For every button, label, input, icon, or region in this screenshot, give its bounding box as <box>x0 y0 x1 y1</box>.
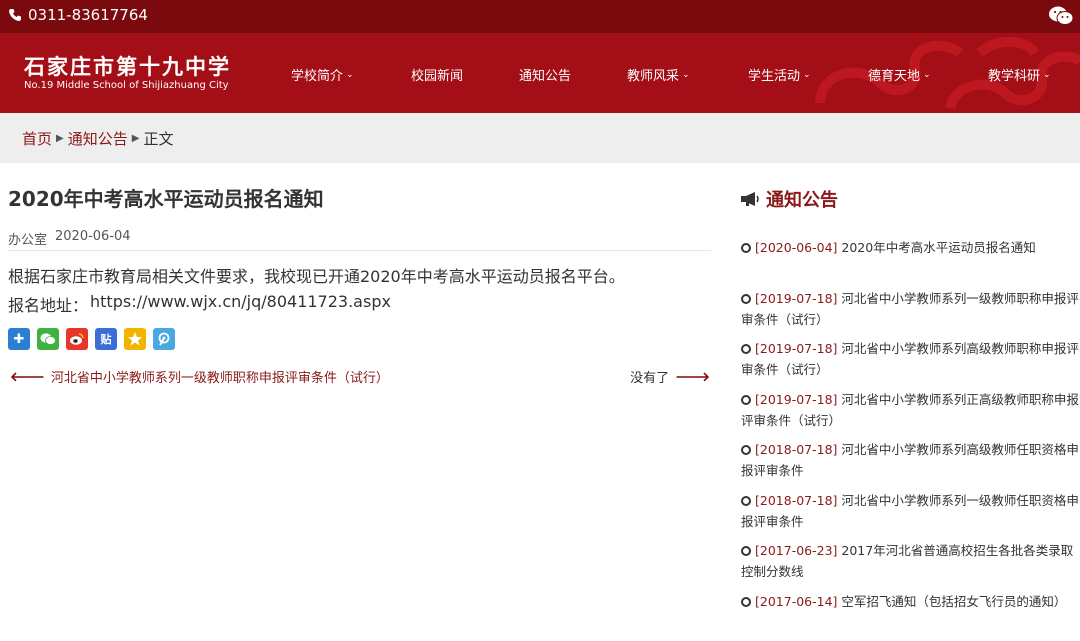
notice-list-item[interactable]: [2019-07-18] 河北省中小学教师系列一级教师职称申报评审条件（试行） <box>741 288 1079 339</box>
notice-date: [2018-07-18] <box>755 442 837 457</box>
article-author: 办公室 <box>8 229 47 248</box>
wechat-icon[interactable] <box>1048 5 1074 31</box>
nav-item-teaching-research[interactable]: 教学科研 ⌄ <box>988 65 1051 84</box>
arrow-right-icon: 🡒 <box>675 369 710 385</box>
circle-icon <box>741 243 751 253</box>
notice-list-item[interactable]: [2018-07-18] 河北省中小学教师系列高级教师任职资格申报评审条件 <box>741 439 1079 490</box>
share-wechat-icon[interactable] <box>37 328 59 350</box>
circle-icon <box>741 395 751 405</box>
notice-title: 2020年中考高水平运动员报名通知 <box>837 240 1035 255</box>
chevron-down-icon: ⌄ <box>923 70 931 80</box>
nav-item-campus-news[interactable]: 校园新闻 <box>411 65 463 84</box>
circle-icon <box>741 546 751 556</box>
share-weibo-icon[interactable] <box>66 328 88 350</box>
nav-item-label: 教学科研 <box>988 65 1040 84</box>
share-tieba-icon[interactable]: 贴 <box>95 328 117 350</box>
top-bar: 0311-83617764 <box>0 0 1080 33</box>
nav-item-notices[interactable]: 通知公告 <box>519 65 571 84</box>
article-meta: 办公室 2020-06-04 <box>8 229 131 248</box>
notice-date: [2019-07-18] <box>755 392 837 407</box>
article-date: 2020-06-04 <box>55 229 131 248</box>
notice-date: [2019-07-18] <box>755 341 837 356</box>
sidebar-title: 通知公告 <box>740 186 838 212</box>
notice-date: [2017-06-14] <box>755 594 837 609</box>
share-qzone-icon[interactable] <box>124 328 146 350</box>
circle-icon <box>741 597 751 607</box>
megaphone-icon <box>740 191 760 207</box>
circle-icon <box>741 445 751 455</box>
share-tencent-weibo-icon[interactable] <box>153 328 175 350</box>
circle-icon <box>741 496 751 506</box>
nav-item-label: 德育天地 <box>868 65 920 84</box>
nav-item-moral-education[interactable]: 德育天地 ⌄ <box>868 65 931 84</box>
breadcrumb-home-link[interactable]: 首页 <box>22 128 52 149</box>
share-more-icon[interactable]: ✚ <box>8 328 30 350</box>
phone-icon <box>8 8 22 22</box>
phone-number: 0311-83617764 <box>28 6 148 24</box>
breadcrumb: 首页 ▶ 通知公告 ▶ 正文 <box>22 128 173 149</box>
nav-item-label: 学生活动 <box>748 65 800 84</box>
arrow-left-icon: 🡐 <box>10 369 45 385</box>
chevron-down-icon: ⌄ <box>1043 70 1051 80</box>
school-logo-name[interactable]: 石家庄市第十九中学 <box>24 51 231 81</box>
phone-contact: 0311-83617764 <box>8 6 148 24</box>
breadcrumb-section-link[interactable]: 通知公告 <box>68 128 128 149</box>
notice-date: [2020-06-04] <box>755 240 837 255</box>
chevron-down-icon: ⌄ <box>803 70 811 80</box>
notice-list: [2020-06-04] 2020年中考高水平运动员报名通知 [2019-07-… <box>741 237 1079 641</box>
breadcrumb-current: 正文 <box>143 128 173 149</box>
notice-list-item[interactable]: [2017-06-23] 2017年河北省普通高校招生各批各类录取控制分数线 <box>741 540 1079 591</box>
article-address: 报名地址： https://www.wjx.cn/jq/80411723.asp… <box>8 292 391 316</box>
nav-item-label: 教师风采 <box>627 65 679 84</box>
nav-item-teachers[interactable]: 教师风采 ⌄ <box>627 65 690 84</box>
circle-icon <box>741 294 751 304</box>
circle-icon <box>741 344 751 354</box>
notice-list-item[interactable]: [2018-07-18] 河北省中小学教师系列一级教师任职资格申报评审条件 <box>741 490 1079 541</box>
school-logo-english: No.19 Middle School of Shijiazhuang City <box>24 80 229 91</box>
article-title: 2020年中考高水平运动员报名通知 <box>8 183 324 212</box>
caret-right-icon: ▶ <box>132 133 140 144</box>
previous-article-link[interactable]: 🡐 河北省中小学教师系列一级教师职称申报评审条件（试行） <box>10 367 389 386</box>
nav-item-school-intro[interactable]: 学校简介 ⌄ <box>291 65 354 84</box>
main-navigation: 石家庄市第十九中学 No.19 Middle School of Shijiaz… <box>0 33 1080 113</box>
nav-item-label: 学校简介 <box>291 65 343 84</box>
notice-date: [2019-07-18] <box>755 291 837 306</box>
notice-list-item[interactable]: [2020-06-04] 2020年中考高水平运动员报名通知 <box>741 237 1079 288</box>
sidebar-title-label: 通知公告 <box>766 186 838 212</box>
divider <box>8 250 711 251</box>
address-label: 报名地址： <box>8 292 88 316</box>
nav-item-label: 校园新闻 <box>411 65 463 84</box>
share-bar: ✚ 贴 <box>8 328 175 350</box>
notice-list-item[interactable]: [2017-06-14] 空军招飞通知（包括招女飞行员的通知） <box>741 591 1079 641</box>
article-paragraph: 根据石家庄市教育局相关文件要求，我校现已开通2020年中考高水平运动员报名平台。 <box>8 263 625 287</box>
nav-item-student-activities[interactable]: 学生活动 ⌄ <box>748 65 811 84</box>
chevron-down-icon: ⌄ <box>346 70 354 80</box>
notice-list-item[interactable]: [2019-07-18] 河北省中小学教师系列高级教师职称申报评审条件（试行） <box>741 338 1079 389</box>
address-url: https://www.wjx.cn/jq/80411723.aspx <box>90 292 391 316</box>
notice-title: 空军招飞通知（包括招女飞行员的通知） <box>837 594 1066 609</box>
notice-date: [2017-06-23] <box>755 543 837 558</box>
nav-item-label: 通知公告 <box>519 65 571 84</box>
previous-article-title: 河北省中小学教师系列一级教师职称申报评审条件（试行） <box>51 367 389 386</box>
next-article-link[interactable]: 没有了 🡒 <box>630 367 710 386</box>
next-article-label: 没有了 <box>630 367 669 386</box>
caret-right-icon: ▶ <box>56 133 64 144</box>
breadcrumb-bar: 首页 ▶ 通知公告 ▶ 正文 <box>0 113 1080 163</box>
notice-date: [2018-07-18] <box>755 493 837 508</box>
chevron-down-icon: ⌄ <box>682 70 690 80</box>
notice-list-item[interactable]: [2019-07-18] 河北省中小学教师系列正高级教师职称申报评审条件（试行） <box>741 389 1079 440</box>
